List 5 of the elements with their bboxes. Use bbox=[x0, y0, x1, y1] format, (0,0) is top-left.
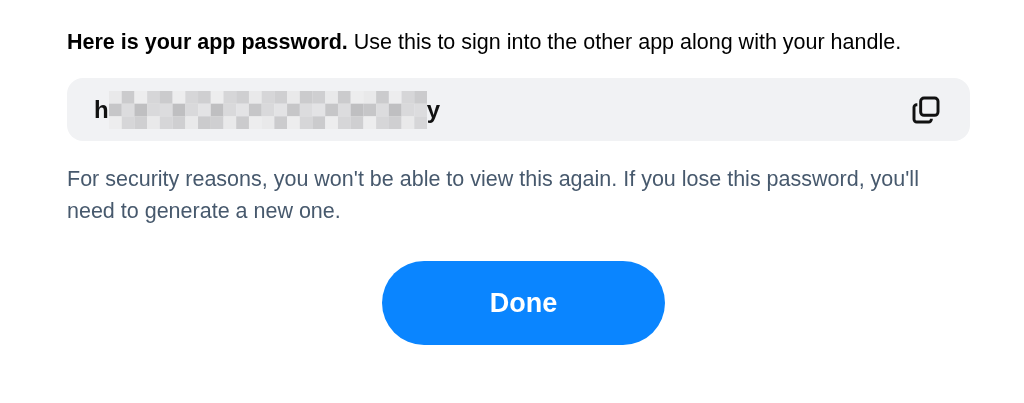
password-end: y bbox=[426, 95, 441, 124]
password-start: h bbox=[94, 95, 109, 124]
security-note: For security reasons, you won't be able to view this again. If you lose this password, you'll need to generate a new one. bbox=[67, 166, 920, 225]
intro-text: Here is your app password. Use this to sign into the other app along with your handle. bbox=[67, 29, 903, 56]
done-button[interactable]: Done bbox=[382, 261, 665, 345]
